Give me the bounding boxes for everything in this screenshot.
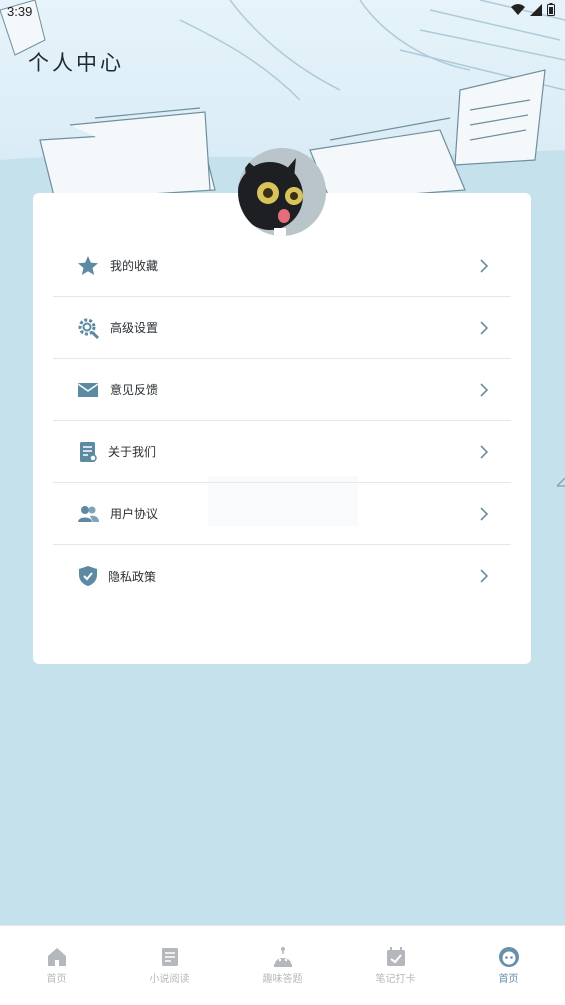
menu-item-label: 意见反馈: [110, 383, 159, 397]
faded-overlay: [208, 476, 358, 526]
signal-icon: [530, 3, 542, 16]
menu-item-label: 用户协议: [110, 507, 159, 521]
tab-home[interactable]: 首页: [0, 926, 113, 1005]
menu-item-advanced-settings[interactable]: 高级设置: [53, 297, 511, 359]
chevron-right-icon: [480, 383, 489, 397]
users-icon: [78, 506, 99, 522]
profile-face-icon: [498, 947, 519, 967]
status-bar: 3:39: [0, 0, 565, 26]
chevron-right-icon: [480, 507, 489, 521]
tab-label: 小说阅读: [149, 974, 190, 985]
menu-item-label: 关于我们: [108, 445, 157, 459]
tab-notes-checkin[interactable]: 笔记打卡: [339, 926, 452, 1005]
menu-item-label: 高级设置: [110, 321, 159, 335]
document-icon: [80, 442, 97, 462]
tab-label: 笔记打卡: [375, 974, 416, 985]
menu-card: 我的收藏 高级设置 意见反馈 关于我们 用户协议 隐私政策: [33, 193, 531, 664]
chevron-right-icon: [480, 259, 489, 273]
chevron-right-icon: [480, 445, 489, 459]
book-icon: [161, 948, 178, 966]
calendar-check-icon: [386, 947, 405, 966]
edge-arrow-icon: [557, 478, 565, 487]
menu-item-favorites[interactable]: 我的收藏: [53, 235, 511, 297]
menu-item-privacy-policy[interactable]: 隐私政策: [53, 545, 511, 607]
tab-profile[interactable]: 首页: [452, 926, 565, 1005]
status-icons: [511, 3, 555, 16]
black-cat-avatar-icon: [238, 148, 326, 236]
tab-novel-reading[interactable]: 小说阅读: [113, 926, 226, 1005]
status-time: 3:39: [7, 4, 33, 19]
bottom-tab-bar: 首页 小说阅读 趣味答题 笔记打卡 首页: [0, 925, 565, 1005]
menu-item-label: 隐私政策: [108, 569, 157, 584]
avatar[interactable]: [238, 148, 326, 236]
shield-check-icon: [79, 566, 97, 586]
gear-search-icon: [78, 318, 100, 340]
menu-list: 我的收藏 高级设置 意见反馈 关于我们 用户协议 隐私政策: [53, 235, 511, 607]
robot-icon: [273, 947, 292, 967]
battery-icon: [547, 3, 555, 16]
tab-label: 趣味答题: [262, 974, 303, 985]
mail-icon: [77, 383, 99, 397]
wifi-icon: [511, 4, 525, 15]
page-title: 个人中心: [28, 51, 124, 75]
home-icon: [47, 948, 66, 966]
chevron-right-icon: [480, 569, 489, 583]
tab-fun-quiz[interactable]: 趣味答题: [226, 926, 339, 1005]
tab-label: 首页: [498, 974, 519, 985]
menu-item-about-us[interactable]: 关于我们: [53, 421, 511, 483]
tab-label: 首页: [46, 974, 67, 985]
chevron-right-icon: [480, 321, 489, 335]
star-icon: [78, 256, 98, 275]
menu-item-label: 我的收藏: [110, 259, 159, 273]
menu-item-feedback[interactable]: 意见反馈: [53, 359, 511, 421]
